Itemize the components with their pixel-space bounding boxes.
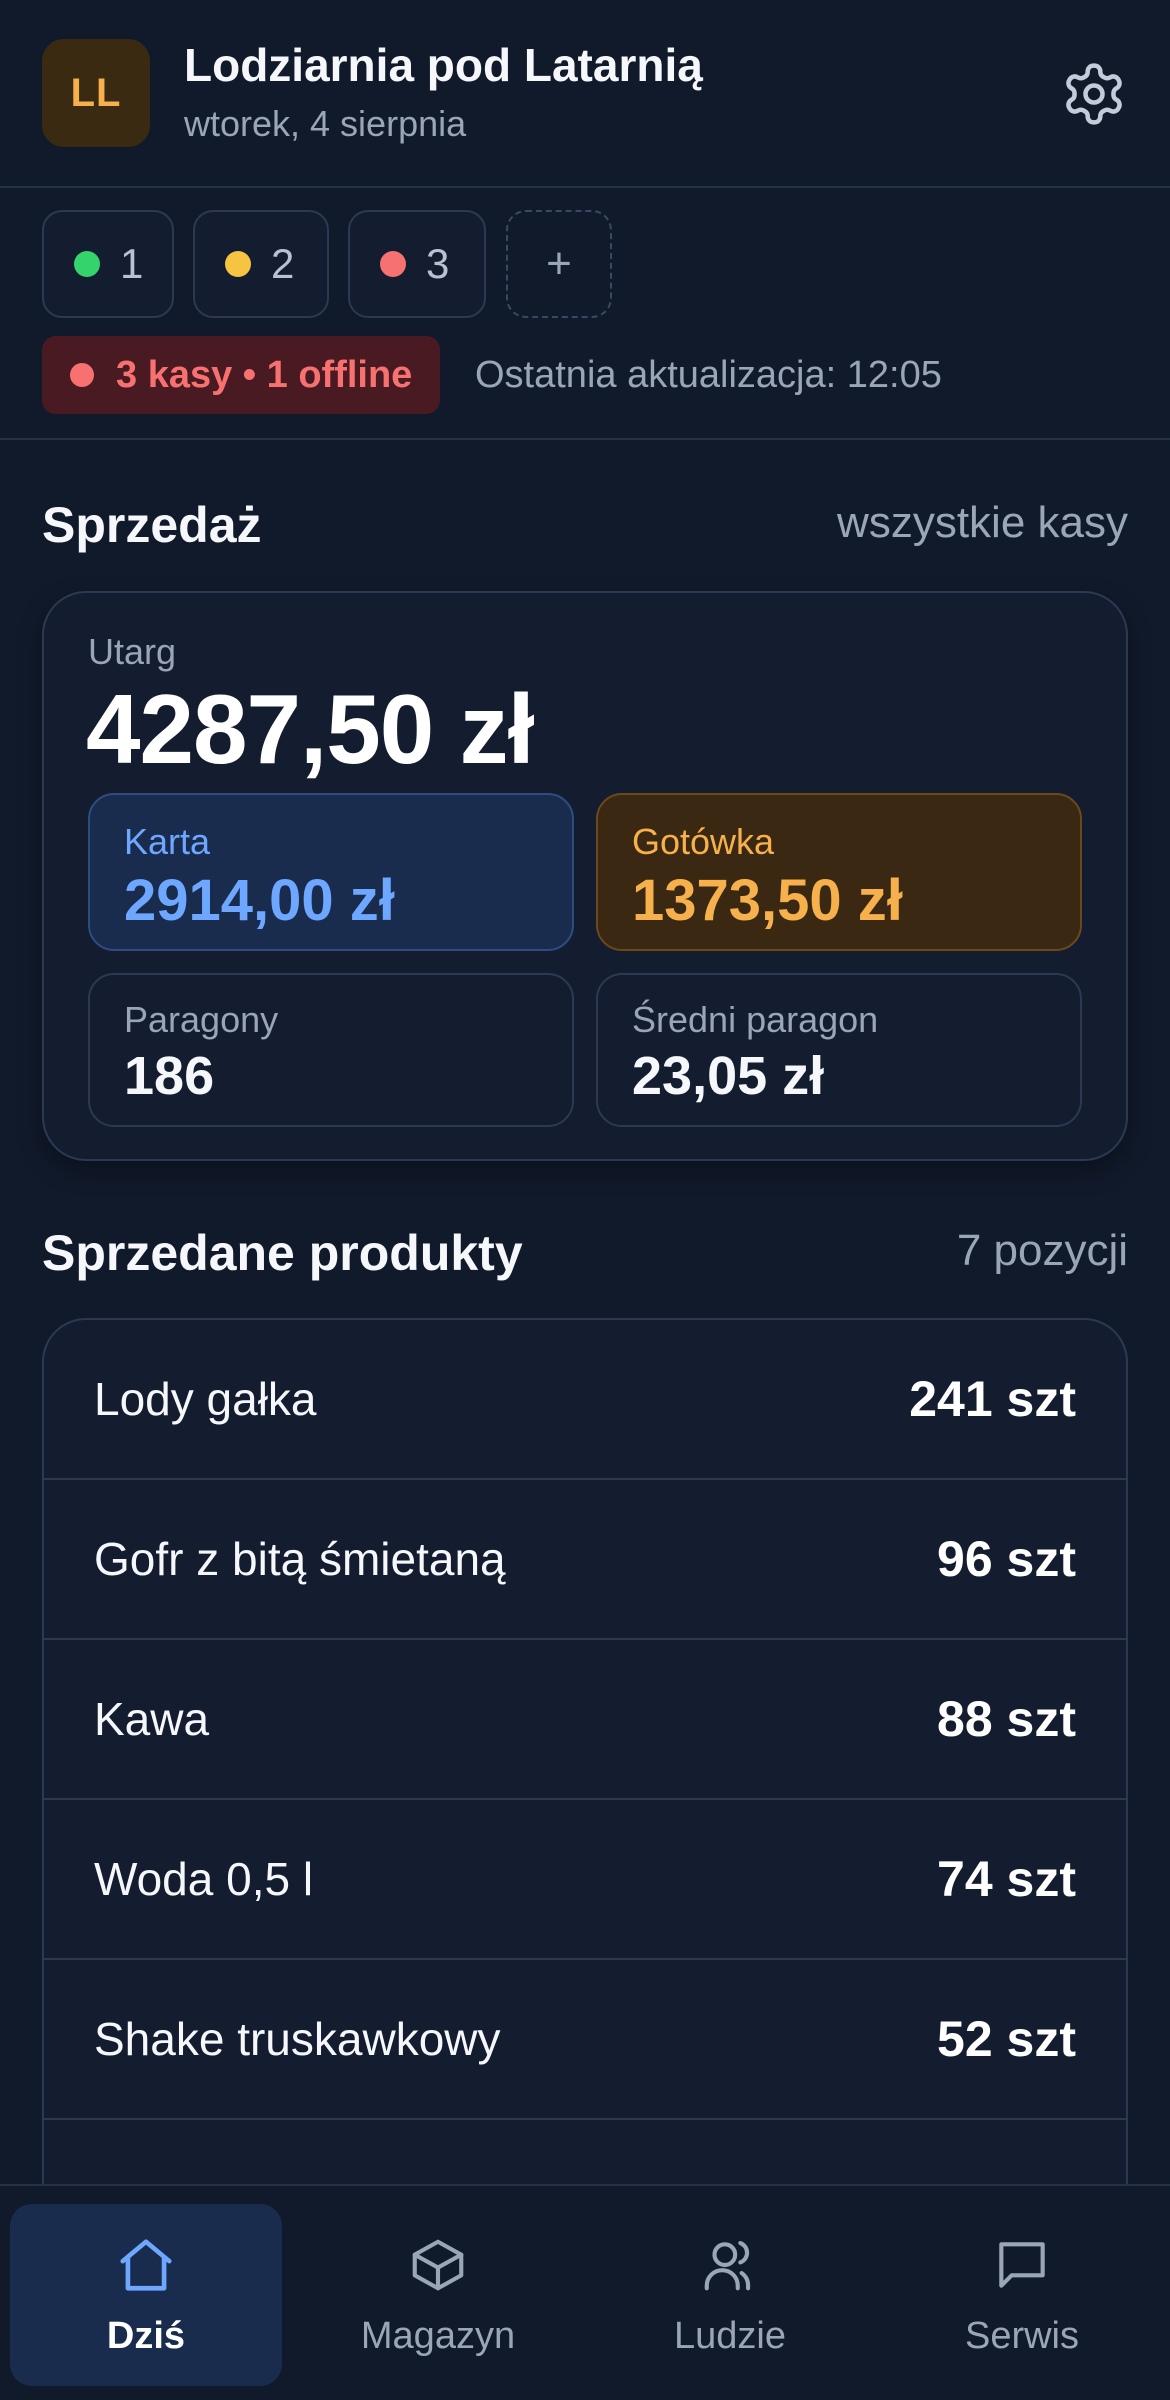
chat-icon [990, 2233, 1054, 2297]
list-item[interactable]: Kawa 88 szt [44, 1640, 1126, 1800]
list-item[interactable]: Gofr z bitą śmietaną 96 szt [44, 1480, 1126, 1640]
product-name: Gofr z bitą śmietaną [94, 1533, 506, 1585]
cash-payments-tile[interactable]: Gotówka 1373,50 zł [596, 793, 1082, 951]
register-filter[interactable]: wszystkie kasy [837, 498, 1128, 548]
nav-tab-people[interactable]: Ludzie [594, 2204, 866, 2386]
product-name: Lody gałka [94, 1373, 317, 1425]
register-number: 1 [120, 240, 144, 287]
product-quantity: 88 szt [937, 1691, 1076, 1747]
list-item[interactable]: Lody gałka 241 szt [44, 1320, 1126, 1480]
nav-label: Dziś [106, 2314, 186, 2357]
last-update-text: Ostatnia aktualizacja: 12:05 [475, 354, 942, 396]
shop-name: Lodziarnia pod Latarnią [184, 39, 703, 91]
nav-label: Serwis [964, 2314, 1080, 2357]
shop-avatar[interactable]: LL [42, 39, 150, 147]
nav-tab-today[interactable]: Dziś [10, 2204, 282, 2386]
users-icon [698, 2233, 762, 2297]
revenue-label: Utarg [88, 631, 177, 672]
average-receipt-value: 23,05 zł [632, 1046, 825, 1106]
sales-summary-card: Utarg 4287,50 zł Karta 2914,00 zł Gotówk… [42, 591, 1128, 1161]
nav-label: Magazyn [360, 2314, 516, 2357]
product-quantity: 74 szt [937, 1851, 1076, 1907]
products-count: 7 pozycji [956, 1226, 1128, 1275]
add-register-button[interactable]: + [506, 210, 612, 318]
register-chip-2[interactable]: 2 [193, 210, 329, 318]
register-chip-3[interactable]: 3 [348, 210, 486, 318]
list-item[interactable]: Woda 0,5 l 74 szt [44, 1800, 1126, 1960]
current-date: wtorek, 4 sierpnia [184, 103, 467, 144]
product-name: Woda 0,5 l [94, 1853, 314, 1905]
card-payments-tile[interactable]: Karta 2914,00 zł [88, 793, 574, 951]
nav-tab-service[interactable]: Serwis [886, 2204, 1158, 2386]
products-section-title: Sprzedane produkty [42, 1225, 523, 1281]
receipts-tile[interactable]: Paragony 186 [88, 973, 574, 1127]
receipts-value: 186 [124, 1046, 215, 1106]
cash-label: Gotówka [632, 821, 775, 862]
register-number: 2 [271, 240, 295, 287]
register-number: 3 [426, 240, 450, 287]
register-status-dot [74, 251, 100, 277]
product-quantity: 96 szt [937, 1531, 1076, 1587]
screen: LL Lodziarnia pod Latarnią wtorek, 4 sie… [0, 0, 1170, 2400]
gear-icon[interactable] [1056, 56, 1132, 132]
home-icon [114, 2233, 178, 2297]
list-item[interactable]: Shake truskawkowy 52 szt [44, 1960, 1126, 2120]
average-receipt-tile[interactable]: Średni paragon 23,05 zł [596, 973, 1082, 1127]
average-receipt-label: Średni paragon [632, 999, 879, 1040]
offline-status-dot [70, 363, 94, 387]
register-chip-1[interactable]: 1 [42, 210, 174, 318]
registers-bar: 1 2 3 + 3 kasy • 1 offline Ostatnia aktu… [0, 190, 1170, 440]
card-value: 2914,00 zł [124, 868, 395, 933]
app-header: LL Lodziarnia pod Latarnią wtorek, 4 sie… [0, 0, 1170, 188]
register-status-dot [380, 251, 406, 277]
registers-status-badge[interactable]: 3 kasy • 1 offline [42, 336, 441, 414]
product-quantity: 52 szt [937, 2011, 1076, 2067]
product-name: Kawa [94, 1693, 210, 1745]
receipts-label: Paragony [124, 999, 279, 1040]
product-name: Shake truskawkowy [94, 2013, 501, 2065]
nav-tab-warehouse[interactable]: Magazyn [302, 2204, 574, 2386]
register-status-dot [225, 251, 251, 277]
revenue-value: 4287,50 zł [86, 674, 535, 784]
box-icon [406, 2233, 470, 2297]
registers-status-text: 3 kasy • 1 offline [116, 353, 413, 396]
nav-label: Ludzie [674, 2314, 786, 2357]
sales-section-title: Sprzedaż [42, 497, 262, 553]
card-label: Karta [124, 821, 211, 862]
product-quantity: 241 szt [909, 1371, 1076, 1427]
cash-value: 1373,50 zł [632, 868, 903, 933]
bottom-navigation: Dziś Magazyn Ludzie Serwis [0, 2184, 1170, 2400]
